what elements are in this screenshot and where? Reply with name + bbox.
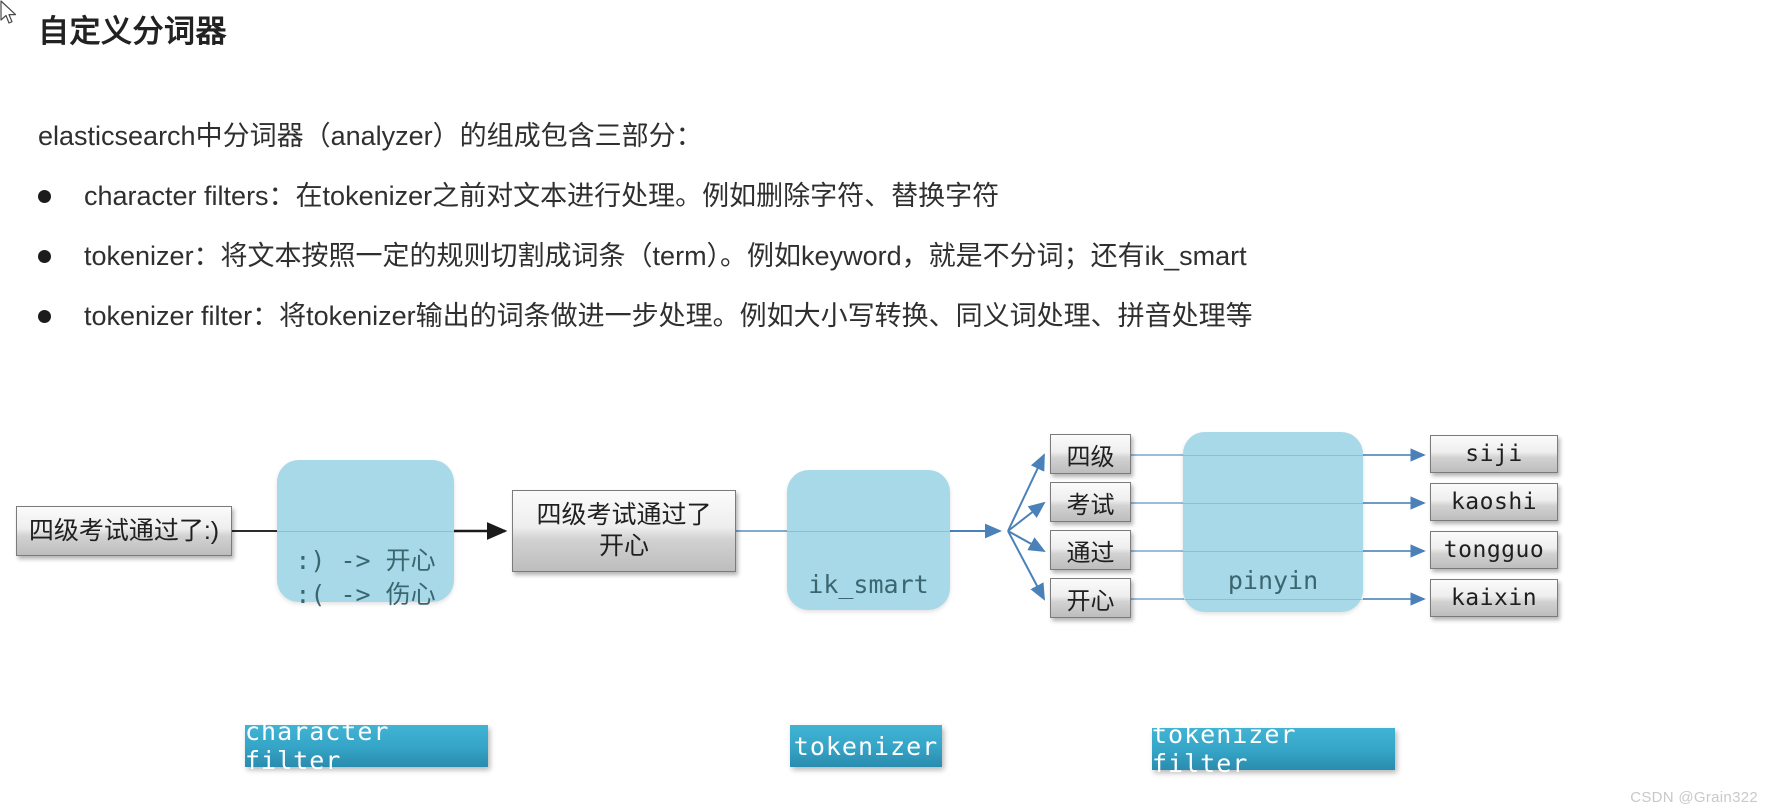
term-label: 考试 (1066, 490, 1115, 519)
box-divider (1183, 503, 1363, 504)
character-filter-caption-label: character filter (245, 717, 390, 775)
tokenizer-caption-label: tokenizer (793, 731, 939, 761)
tokenizer-box: ik_smart (787, 470, 950, 610)
mouse-cursor-icon (0, 0, 17, 24)
token-filter-box: pinyin (1183, 432, 1363, 612)
box-divider (1183, 551, 1363, 552)
character-filter-box: :) -> 开心 :( -> 伤心 (277, 460, 454, 609)
analyzer-pipeline-diagram: 四级考试通过了:) :) -> 开心 :( -> 伤心 character fi… (0, 0, 1768, 812)
box-divider (1183, 455, 1363, 456)
diagram-connectors (232, 448, 1426, 606)
term-box: 四级 (1050, 434, 1131, 474)
output-box: kaoshi (1430, 483, 1558, 521)
tokenizer-name-label: ik_smart (808, 570, 929, 599)
filtered-text-box: 四级考试通过了开心 (512, 490, 736, 572)
term-box: 开心 (1050, 578, 1131, 618)
input-text-box: 四级考试通过了:) (16, 506, 232, 556)
box-divider (277, 531, 454, 532)
tokenizer-caption: tokenizer (790, 725, 942, 767)
token-filter-name-label: pinyin (1227, 566, 1319, 595)
term-label: 四级 (1066, 442, 1115, 471)
output-label: kaixin (1450, 585, 1538, 611)
output-box: siji (1430, 435, 1558, 473)
term-label: 通过 (1066, 538, 1115, 567)
filtered-text-label: 四级考试通过了开心 (536, 501, 712, 560)
token-filter-caption: tokenizer filter (1152, 720, 1395, 778)
term-box: 考试 (1050, 482, 1131, 522)
char-filter-rule-1: :) -> 开心 (295, 546, 436, 575)
term-label: 开心 (1066, 586, 1115, 615)
watermark: CSDN @Grain322 (1630, 789, 1758, 806)
term-box: 通过 (1050, 530, 1131, 570)
token-filter-caption-label: tokenizer filter (1152, 720, 1297, 778)
box-divider (1183, 599, 1363, 600)
output-label: tongguo (1443, 537, 1545, 563)
box-divider (787, 531, 950, 532)
output-label: kaoshi (1450, 489, 1538, 515)
output-label: siji (1465, 441, 1523, 467)
output-box: tongguo (1430, 531, 1558, 569)
char-filter-rule-2: :( -> 伤心 (295, 580, 436, 609)
output-box: kaixin (1430, 579, 1558, 617)
character-filter-caption: character filter (245, 717, 488, 775)
input-text-label: 四级考试通过了:) (28, 516, 220, 545)
